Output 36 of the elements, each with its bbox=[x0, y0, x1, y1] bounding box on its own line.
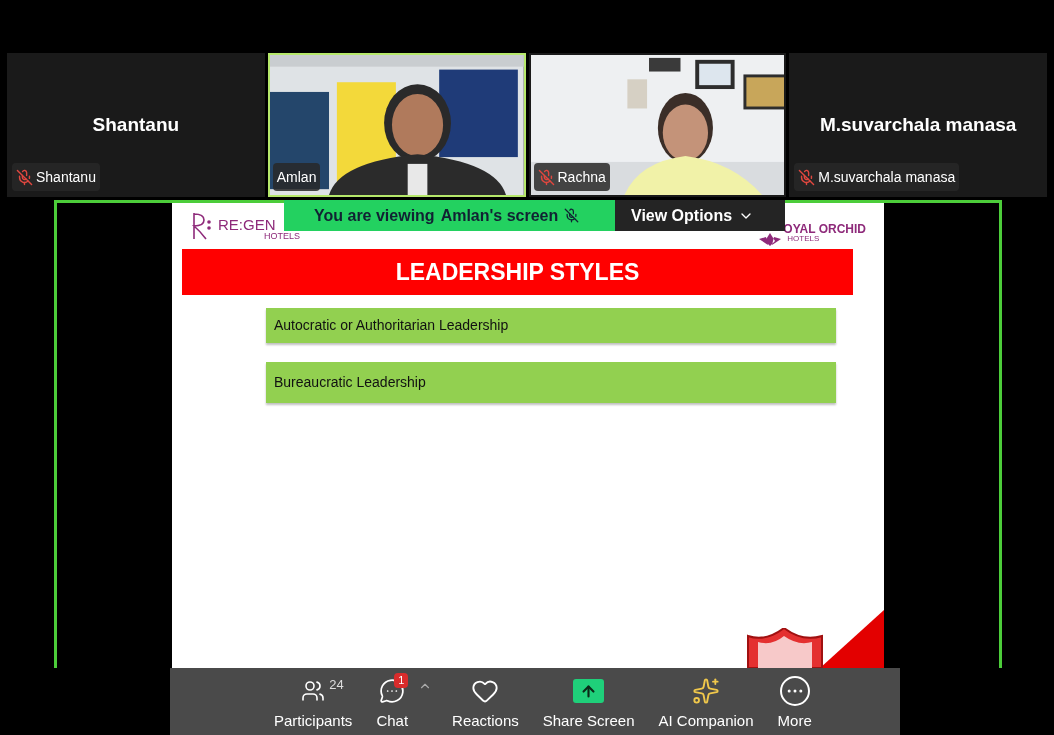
participant-label: Shantanu bbox=[36, 167, 96, 187]
brand-name: RE:GEN bbox=[218, 217, 277, 232]
participant-name: M.suvarchala manasa bbox=[819, 112, 1017, 137]
leadership-style-item: Bureaucratic Leadership bbox=[266, 362, 836, 403]
participant-label: M.suvarchala manasa bbox=[818, 167, 956, 187]
unread-badge: 1 bbox=[394, 673, 409, 688]
toolbar-button[interactable]: Reactions bbox=[448, 670, 523, 733]
more-icon bbox=[779, 676, 810, 706]
brand-name: OYAL ORCHID bbox=[783, 223, 866, 235]
participant-tile[interactable]: Shantanu Shantanu bbox=[7, 53, 265, 197]
hotel-logo-icon bbox=[190, 211, 212, 241]
chat-icon bbox=[379, 678, 406, 704]
sparkle-icon bbox=[692, 677, 721, 705]
toolbar-button[interactable]: 1 Chat bbox=[372, 670, 413, 733]
toolbar-button[interactable]: More bbox=[773, 670, 816, 733]
participant-tile[interactable]: M.suvarchala manasa M.suvarchala manasa bbox=[789, 53, 1047, 197]
leadership-style-item: Autocratic or Authoritarian Leadership bbox=[266, 308, 836, 343]
participant-count: 24 bbox=[329, 676, 344, 694]
participant-label: Rachna bbox=[557, 167, 606, 187]
slide-title: LEADERSHIP STYLES bbox=[182, 249, 853, 295]
brand-subtitle: HOTELS bbox=[264, 232, 300, 241]
participants-icon bbox=[301, 679, 326, 703]
brand-subtitle: HOTELS bbox=[787, 235, 821, 243]
share-screen-icon bbox=[573, 679, 605, 703]
screen-owner: Amlan's screen bbox=[440, 205, 559, 226]
video-tile[interactable]: Amlan bbox=[267, 53, 526, 197]
toolbar-button[interactable]: Share Screen bbox=[538, 670, 639, 733]
corner-graphic bbox=[820, 610, 884, 668]
toolbar-button[interactable]: AI Companion bbox=[654, 670, 758, 733]
participant-label: Amlan bbox=[276, 167, 317, 187]
orchid-logo-icon bbox=[759, 233, 782, 246]
view-options-button[interactable]: View Options bbox=[615, 200, 785, 231]
banner-text: You are viewing bbox=[314, 205, 435, 226]
participant-name: Shantanu bbox=[92, 112, 180, 137]
toolbar-button[interactable]: 24 Participants bbox=[270, 670, 357, 733]
video-tile[interactable]: Rachna bbox=[528, 53, 787, 197]
